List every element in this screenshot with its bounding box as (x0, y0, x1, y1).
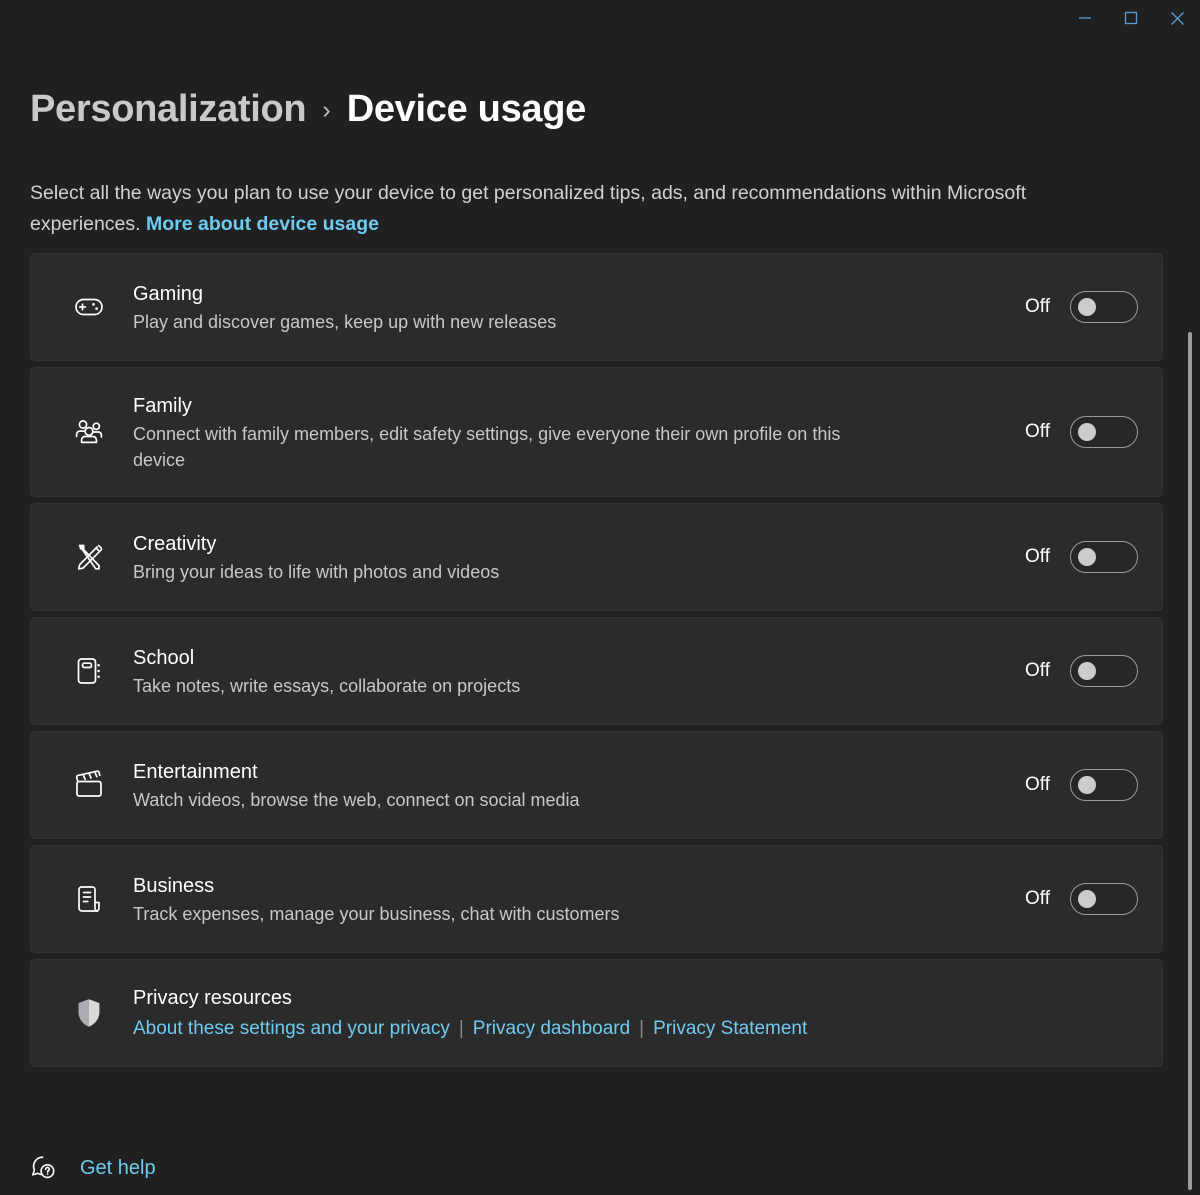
breadcrumb: Personalization › Device usage (30, 88, 586, 131)
privacy-link-dashboard[interactable]: Privacy dashboard (473, 1015, 630, 1043)
privacy-link-about-settings[interactable]: About these settings and your privacy (133, 1015, 450, 1043)
toggle-state-label: Off (1025, 888, 1050, 909)
page-description: Select all the ways you plan to use your… (30, 178, 1100, 240)
setting-control-creativity: Off (1008, 541, 1138, 573)
setting-subtitle: Take notes, write essays, collaborate on… (133, 675, 521, 696)
link-separator: | (639, 1017, 645, 1039)
question-bubble-icon (28, 1153, 58, 1183)
privacy-resources-title: Privacy resources (133, 986, 292, 1009)
privacy-resources-card: Privacy resources About these settings a… (30, 959, 1163, 1067)
setting-title: School (133, 646, 195, 669)
setting-text-school: School Take notes, write essays, collabo… (133, 644, 1008, 699)
setting-subtitle: Play and discover games, keep up with ne… (133, 311, 557, 332)
toggle-switch-family[interactable] (1070, 416, 1138, 448)
setting-subtitle: Connect with family members, edit safety… (133, 423, 841, 470)
setting-subtitle: Track expenses, manage your business, ch… (133, 903, 620, 924)
setting-title: Creativity (133, 532, 217, 555)
toggle-state-label: Off (1025, 421, 1050, 442)
gamepad-icon (67, 290, 111, 324)
pen-paintbrush-icon (67, 540, 111, 574)
receipt-icon (67, 882, 111, 916)
settings-list: Gaming Play and discover games, keep up … (30, 253, 1163, 1073)
setting-title: Family (133, 394, 192, 417)
setting-title: Entertainment (133, 760, 258, 783)
setting-row-family[interactable]: Family Connect with family members, edit… (30, 367, 1163, 497)
minimize-button[interactable] (1062, 0, 1108, 36)
toggle-switch-gaming[interactable] (1070, 291, 1138, 323)
setting-row-gaming[interactable]: Gaming Play and discover games, keep up … (30, 253, 1163, 361)
shield-icon (67, 996, 111, 1030)
toggle-switch-creativity[interactable] (1070, 541, 1138, 573)
clapperboard-icon (67, 768, 111, 802)
setting-row-creativity[interactable]: Creativity Bring your ideas to life with… (30, 503, 1163, 611)
privacy-resources-text: Privacy resources About these settings a… (133, 984, 1138, 1043)
toggle-state-label: Off (1025, 546, 1050, 567)
toggle-state-label: Off (1025, 774, 1050, 795)
notebook-icon (67, 654, 111, 688)
toggle-knob (1078, 662, 1096, 680)
scrollbar-thumb[interactable] (1188, 332, 1192, 1190)
scrollbar-track[interactable] (1187, 150, 1197, 1190)
maximize-button[interactable] (1108, 0, 1154, 36)
setting-control-school: Off (1008, 655, 1138, 687)
setting-text-business: Business Track expenses, manage your bus… (133, 872, 1008, 927)
toggle-switch-school[interactable] (1070, 655, 1138, 687)
setting-text-entertainment: Entertainment Watch videos, browse the w… (133, 758, 1008, 813)
toggle-knob (1078, 423, 1096, 441)
privacy-link-statement[interactable]: Privacy Statement (653, 1015, 807, 1043)
toggle-knob (1078, 548, 1096, 566)
setting-text-gaming: Gaming Play and discover games, keep up … (133, 280, 1008, 335)
setting-row-school[interactable]: School Take notes, write essays, collabo… (30, 617, 1163, 725)
toggle-state-label: Off (1025, 296, 1050, 317)
toggle-knob (1078, 298, 1096, 316)
setting-control-family: Off (1008, 416, 1138, 448)
page-title: Device usage (346, 88, 587, 130)
get-help-label: Get help (80, 1156, 156, 1179)
setting-subtitle: Watch videos, browse the web, connect on… (133, 789, 580, 810)
toggle-state-label: Off (1025, 660, 1050, 681)
minimize-icon (1078, 11, 1092, 25)
get-help-link[interactable]: Get help (28, 1153, 156, 1183)
close-icon (1170, 11, 1185, 26)
setting-control-business: Off (1008, 883, 1138, 915)
toggle-switch-business[interactable] (1070, 883, 1138, 915)
setting-text-family: Family Connect with family members, edit… (133, 392, 1008, 473)
setting-subtitle: Bring your ideas to life with photos and… (133, 561, 500, 582)
setting-row-business[interactable]: Business Track expenses, manage your bus… (30, 845, 1163, 953)
link-separator: | (458, 1017, 464, 1039)
more-about-device-usage-link[interactable]: More about device usage (146, 213, 379, 235)
close-button[interactable] (1154, 0, 1200, 36)
chevron-right-icon: › (322, 96, 331, 124)
toggle-knob (1078, 890, 1096, 908)
setting-text-creativity: Creativity Bring your ideas to life with… (133, 530, 1008, 585)
breadcrumb-parent-link[interactable]: Personalization (30, 88, 307, 131)
people-family-icon (67, 415, 111, 449)
title-bar (0, 0, 1200, 36)
toggle-knob (1078, 776, 1096, 794)
setting-row-entertainment[interactable]: Entertainment Watch videos, browse the w… (30, 731, 1163, 839)
privacy-resources-links: About these settings and your privacy | … (133, 1015, 1120, 1043)
maximize-icon (1124, 11, 1138, 25)
setting-title: Business (133, 874, 215, 897)
setting-control-gaming: Off (1008, 291, 1138, 323)
setting-title: Gaming (133, 282, 204, 305)
setting-control-entertainment: Off (1008, 769, 1138, 801)
toggle-switch-entertainment[interactable] (1070, 769, 1138, 801)
